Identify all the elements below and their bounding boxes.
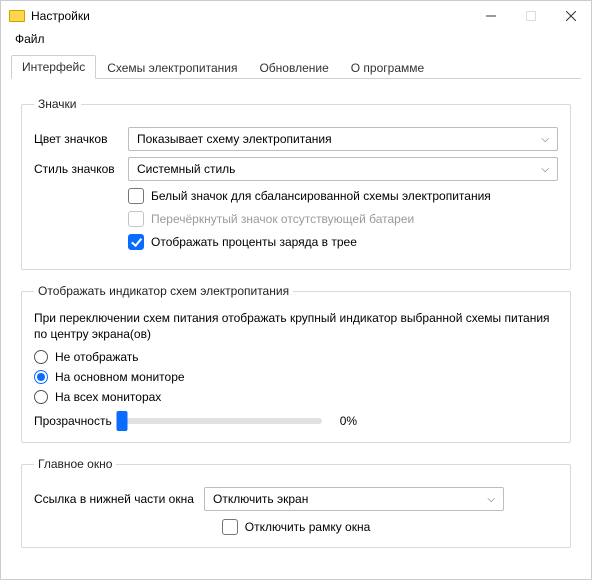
- radio-indicator-primary-label: На основном мониторе: [55, 370, 185, 384]
- checkbox-white-icon-label: Белый значок для сбалансированной схемы …: [151, 189, 491, 203]
- group-main-window: Главное окно Ссылка в нижней части окна …: [21, 457, 571, 548]
- group-icons-legend: Значки: [34, 97, 81, 111]
- close-button[interactable]: [551, 1, 591, 31]
- chevron-down-icon: ⌵: [487, 494, 495, 505]
- checkbox-show-percent-label: Отображать проценты заряда в трее: [151, 235, 357, 249]
- radio-indicator-all[interactable]: [34, 390, 48, 404]
- icon-color-select[interactable]: Показывает схему электропитания ⌵: [128, 127, 558, 151]
- checkbox-borderless-label: Отключить рамку окна: [245, 520, 371, 534]
- chevron-down-icon: ⌵: [541, 164, 549, 175]
- checkbox-strike-icon-label: Перечёркнутый значок отсутствующей батар…: [151, 212, 414, 226]
- tab-interface[interactable]: Интерфейс: [11, 55, 96, 79]
- radio-indicator-none-label: Не отображать: [55, 350, 139, 364]
- checkbox-strike-icon: [128, 211, 144, 227]
- minimize-button[interactable]: [471, 1, 511, 31]
- icon-color-label: Цвет значков: [34, 132, 128, 146]
- title-bar: Настройки: [1, 1, 591, 31]
- opacity-slider-thumb[interactable]: [116, 411, 127, 431]
- tab-about[interactable]: О программе: [340, 56, 435, 79]
- maximize-button: [511, 1, 551, 31]
- opacity-value: 0%: [340, 414, 357, 428]
- window-title: Настройки: [31, 9, 90, 23]
- opacity-label: Прозрачность: [34, 414, 112, 428]
- checkbox-white-icon[interactable]: [128, 188, 144, 204]
- bottom-link-label: Ссылка в нижней части окна: [34, 492, 204, 506]
- checkbox-show-percent[interactable]: [128, 234, 144, 250]
- tab-power-schemes[interactable]: Схемы электропитания: [96, 56, 248, 79]
- group-indicator-legend: Отображать индикатор схем электропитания: [34, 284, 293, 298]
- menu-bar: Файл: [1, 31, 591, 51]
- tab-update[interactable]: Обновление: [248, 56, 339, 79]
- group-indicator: Отображать индикатор схем электропитания…: [21, 284, 571, 443]
- icon-style-select[interactable]: Системный стиль ⌵: [128, 157, 558, 181]
- icon-color-value: Показывает схему электропитания: [137, 132, 332, 146]
- indicator-help-text: При переключении схем питания отображать…: [34, 310, 558, 342]
- bottom-link-value: Отключить экран: [213, 492, 308, 506]
- tab-content: Значки Цвет значков Показывает схему эле…: [1, 79, 591, 576]
- group-main-window-legend: Главное окно: [34, 457, 116, 471]
- opacity-slider[interactable]: [122, 418, 322, 424]
- app-icon: [9, 10, 25, 22]
- checkbox-borderless[interactable]: [222, 519, 238, 535]
- group-icons: Значки Цвет значков Показывает схему эле…: [21, 97, 571, 270]
- icon-style-label: Стиль значков: [34, 162, 128, 176]
- chevron-down-icon: ⌵: [541, 134, 549, 145]
- tab-strip: Интерфейс Схемы электропитания Обновлени…: [11, 55, 581, 79]
- icon-style-value: Системный стиль: [137, 162, 235, 176]
- radio-indicator-all-label: На всех мониторах: [55, 390, 161, 404]
- radio-indicator-none[interactable]: [34, 350, 48, 364]
- menu-file[interactable]: Файл: [9, 30, 51, 48]
- bottom-link-select[interactable]: Отключить экран ⌵: [204, 487, 504, 511]
- radio-indicator-primary[interactable]: [34, 370, 48, 384]
